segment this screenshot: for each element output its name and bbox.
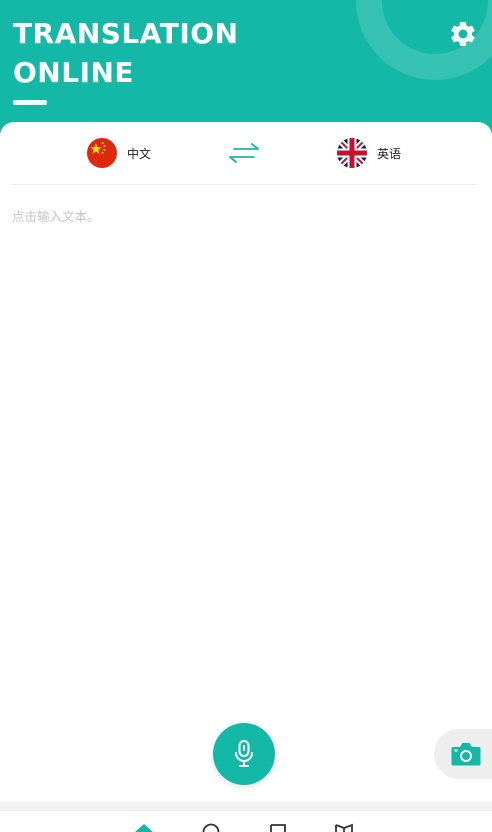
source-text-input[interactable] — [12, 206, 476, 766]
app-title: TRANSLATION ONLINE — [13, 14, 239, 92]
bottom-nav — [0, 810, 492, 832]
china-flag-icon — [87, 138, 117, 168]
search-icon[interactable] — [201, 823, 221, 832]
settings-gear-icon[interactable] — [448, 19, 478, 49]
home-icon[interactable] — [134, 823, 154, 832]
book-icon[interactable] — [334, 823, 354, 832]
app-root: TRANSLATION ONLINE 中文 英语 点击输入文本。 — [0, 0, 492, 832]
language-selector-bar: 中文 英语 — [0, 122, 492, 184]
target-language-label: 英语 — [377, 146, 402, 161]
title-underline — [13, 100, 47, 105]
header: TRANSLATION ONLINE — [0, 0, 492, 140]
swap-languages-icon[interactable] — [225, 141, 263, 165]
bookmark-icon[interactable] — [268, 823, 288, 832]
source-language-selector[interactable]: 中文 — [87, 137, 151, 169]
target-language-selector[interactable]: 英语 — [337, 137, 401, 169]
camera-icon — [451, 743, 481, 766]
microphone-icon — [235, 740, 253, 767]
title-line-2: ONLINE — [13, 56, 135, 89]
voice-input-button[interactable] — [213, 723, 275, 785]
title-line-1: TRANSLATION — [13, 17, 239, 50]
divider — [12, 184, 476, 185]
uk-flag-icon — [337, 138, 367, 168]
source-language-label: 中文 — [127, 146, 152, 161]
camera-translate-button[interactable] — [434, 729, 492, 779]
translation-card: 中文 英语 — [0, 122, 492, 802]
